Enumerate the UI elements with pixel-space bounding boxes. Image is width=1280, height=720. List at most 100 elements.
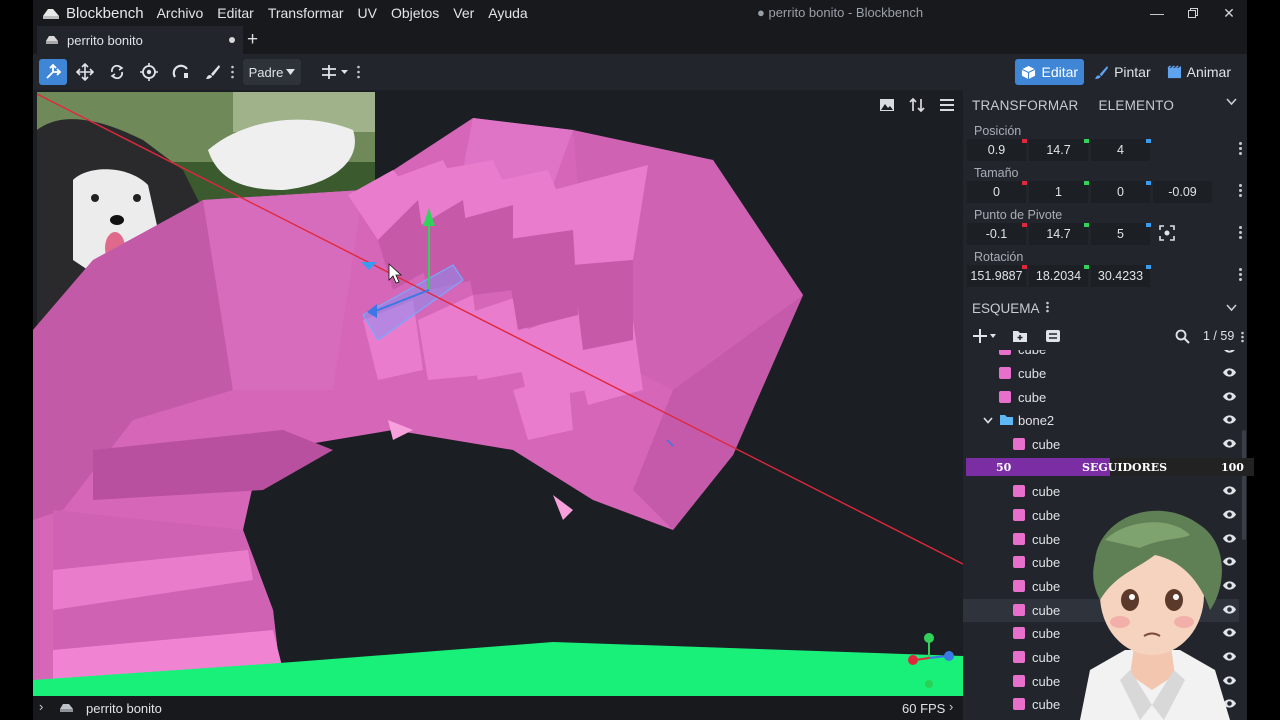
pivot-mode-label: Padre [248,64,284,80]
outliner-row-label: cube [1018,350,1046,357]
minimize-icon[interactable]: — [1139,0,1175,26]
pivot-x-input[interactable]: -0.1 [967,223,1026,245]
pivot-y-input[interactable]: 14.7 [1029,223,1088,245]
cube-icon [1013,651,1025,663]
mode-animate-button[interactable]: Animar [1161,59,1237,85]
brush-tool-icon[interactable] [199,59,227,85]
outliner-header: ESQUEMA [963,296,1247,320]
toolbar-more-icon[interactable] [231,63,234,81]
menu-ver[interactable]: Ver [446,5,481,21]
chevron-right-icon-2[interactable]: › [949,699,953,714]
outliner-row[interactable]: cube [963,350,1239,361]
search-icon[interactable] [1175,329,1190,347]
center-pivot-icon[interactable] [1159,225,1175,244]
outliner-group-row[interactable]: bone2 [963,409,1239,432]
z-tick-icon [1146,265,1151,269]
cube-icon [1013,509,1025,521]
eye-icon[interactable] [1222,414,1237,425]
outliner-row[interactable]: cube [963,386,1239,409]
more-icon[interactable] [1241,331,1244,346]
size-x-input[interactable]: 0 [967,181,1026,203]
inflate-input[interactable]: -0.09 [1153,181,1212,203]
more-icon[interactable] [1239,268,1243,283]
mode-edit-button[interactable]: Editar [1015,59,1085,85]
position-row: 0.9 14.7 4 [963,138,1247,162]
menu-archivo[interactable]: Archivo [150,5,211,21]
menu-uv[interactable]: UV [351,5,384,21]
menu-transformar[interactable]: Transformar [261,5,351,21]
hamburger-menu-icon[interactable] [937,95,957,115]
translate-tool-icon[interactable] [71,59,99,85]
vertex-snap-icon[interactable] [167,59,195,85]
unsaved-dot-icon[interactable] [229,37,235,43]
rotation-y-input[interactable]: 18.2034 [1029,265,1088,287]
cube-icon [1013,698,1025,710]
size-label: Tamaño [974,166,1019,180]
tab-transformar[interactable]: TRANSFORMAR [972,98,1078,113]
chevron-down-icon[interactable] [1226,304,1237,312]
x-tick-icon [1022,181,1027,185]
chevron-right-icon[interactable]: › [39,699,43,714]
more-icon[interactable] [1239,226,1243,241]
sort-arrows-icon[interactable] [907,95,927,115]
outliner-row[interactable]: cube [963,362,1239,385]
tab-perrito-bonito[interactable]: perrito bonito [37,26,243,54]
pivot-mode-select[interactable]: Padre [243,59,301,85]
collapse-all-icon[interactable] [1045,329,1061,346]
add-icon[interactable] [973,328,997,347]
close-icon[interactable]: ✕ [1211,0,1247,26]
eye-icon[interactable] [1222,485,1237,496]
pivot-z-input[interactable]: 5 [1091,223,1150,245]
outliner-count: 1 / 59 [1203,329,1235,343]
window-controls: — ✕ [1139,0,1247,26]
mode-edit-label: Editar [1041,64,1079,80]
chevron-down-icon[interactable] [1226,98,1237,106]
cube-icon [1013,675,1025,687]
position-label: Posición [974,124,1022,138]
x-tick-icon [1022,139,1027,143]
position-y-input[interactable]: 14.7 [1029,139,1088,161]
menu-ayuda[interactable]: Ayuda [481,5,534,21]
size-y-input[interactable]: 1 [1029,181,1088,203]
menu-editar[interactable]: Editar [210,5,261,21]
more-icon[interactable] [1239,142,1243,157]
position-z-input[interactable]: 4 [1091,139,1150,161]
move-tool-icon[interactable] [39,59,67,85]
pivot-tool-icon[interactable] [135,59,163,85]
size-z-input[interactable]: 0 [1091,181,1150,203]
menu-objetos[interactable]: Objetos [384,5,446,21]
eye-icon[interactable] [1222,438,1237,449]
3d-viewport[interactable] [33,90,963,696]
chevron-down-icon [286,69,296,75]
eye-icon[interactable] [1222,367,1237,378]
viewport-canvas[interactable] [33,90,963,696]
followers-goal: 100 [1221,461,1244,474]
maximize-icon[interactable] [1175,0,1211,26]
new-tab-icon[interactable]: + [247,29,258,51]
image-icon[interactable] [877,95,897,115]
position-x-input[interactable]: 0.9 [967,139,1026,161]
outliner-menu-icon[interactable] [1045,301,1049,316]
size-row: 0 1 0 -0.09 [963,180,1247,204]
chevron-down-icon[interactable] [983,417,993,424]
outliner-row-label: bone2 [1018,413,1055,428]
eye-icon[interactable] [1222,391,1237,402]
model-icon [46,36,58,44]
outliner-title: ESQUEMA [972,300,1040,316]
eye-icon[interactable] [1222,350,1237,354]
tab-elemento[interactable]: ELEMENTO [1098,98,1174,113]
tab-bar: perrito bonito + [33,26,1247,54]
mode-paint-button[interactable]: Pintar [1088,59,1157,85]
rotate-tool-icon[interactable] [103,59,131,85]
more-icon[interactable] [1239,184,1243,199]
rotation-x-input[interactable]: 151.9887 [967,265,1026,287]
add-folder-icon[interactable] [1012,329,1028,346]
toolbar-more-icon-2[interactable] [357,63,360,81]
outliner-row[interactable]: cube [963,433,1239,456]
rotation-z-input[interactable]: 30.4233 [1091,265,1150,287]
followers-label: SEGUIDORES [1082,461,1168,474]
followers-overlay: 50 SEGUIDORES 100 [966,458,1254,476]
y-tick-icon [1084,265,1089,269]
transform-space-icon[interactable] [315,59,355,85]
cube-icon [1013,485,1025,497]
